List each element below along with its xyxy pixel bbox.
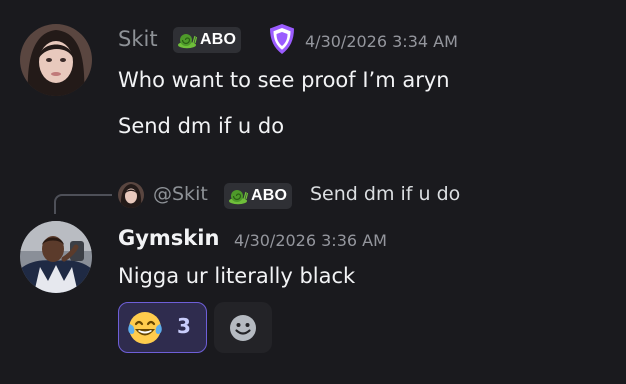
message-gymskin: @Skit ABO Send dm if u do Gymskin 4/30/2… bbox=[0, 165, 626, 384]
author-name[interactable]: Skit bbox=[118, 29, 158, 50]
reply-server-tag-label: ABO bbox=[251, 187, 288, 204]
shield-badge-icon[interactable] bbox=[268, 23, 296, 55]
timestamp[interactable]: 4/30/2026 3:36 AM bbox=[234, 233, 387, 249]
reply-author[interactable]: @Skit bbox=[153, 185, 208, 204]
snail-icon bbox=[229, 190, 248, 205]
avatar-skit[interactable] bbox=[20, 24, 92, 96]
reply-avatar[interactable] bbox=[118, 182, 144, 208]
reply-connector bbox=[54, 194, 112, 214]
reaction-laughing[interactable]: 3 bbox=[118, 302, 207, 353]
snail-icon bbox=[178, 34, 197, 49]
reaction-count: 3 bbox=[177, 314, 191, 338]
server-tag[interactable]: ABO bbox=[173, 27, 242, 53]
add-reaction-icon bbox=[228, 313, 258, 343]
reply-server-tag[interactable]: ABO bbox=[224, 183, 293, 209]
laughing-emoji-icon bbox=[127, 310, 163, 346]
avatar-skit-image bbox=[20, 24, 92, 96]
server-tag-label: ABO bbox=[200, 31, 237, 48]
message-line: Who want to see proof I’m aryn bbox=[118, 68, 450, 92]
message-skit: Skit ABO 4/30/2026 3:34 AM Who want to s… bbox=[0, 0, 626, 165]
avatar-gymskin[interactable] bbox=[20, 221, 92, 293]
avatar-gymskin-image bbox=[20, 221, 92, 293]
add-reaction-button[interactable] bbox=[214, 302, 272, 353]
timestamp[interactable]: 4/30/2026 3:34 AM bbox=[305, 34, 458, 50]
reply-text[interactable]: Send dm if u do bbox=[310, 185, 460, 204]
author-name[interactable]: Gymskin bbox=[118, 228, 219, 249]
message-line: Nigga ur literally black bbox=[118, 264, 356, 288]
message-line: Send dm if u do bbox=[118, 114, 285, 138]
